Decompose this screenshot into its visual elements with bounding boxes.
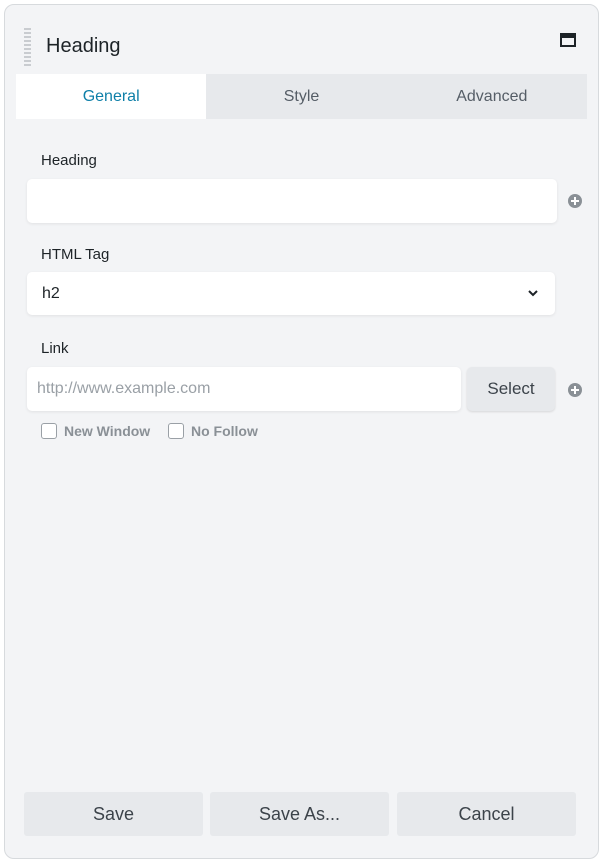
tab-advanced[interactable]: Advanced: [397, 74, 587, 119]
drag-handle-icon[interactable]: [24, 28, 31, 68]
new-window-label: New Window: [64, 423, 151, 439]
settings-panel: Heading General Style Advanced Heading H…: [4, 4, 599, 859]
panel-title: Heading: [46, 35, 121, 57]
no-follow-label: No Follow: [191, 423, 258, 439]
html-tag-label: HTML Tag: [41, 246, 110, 263]
heading-input[interactable]: [27, 179, 557, 223]
new-window-checkbox[interactable]: [41, 423, 57, 439]
panel-titlebar: Heading: [5, 5, 598, 75]
link-select-button[interactable]: Select: [467, 367, 555, 411]
new-window-option[interactable]: New Window: [41, 423, 150, 439]
chevron-down-icon: [528, 290, 538, 297]
save-as-button[interactable]: Save As...: [210, 792, 389, 836]
save-button[interactable]: Save: [24, 792, 203, 836]
html-tag-select[interactable]: h2: [27, 272, 555, 315]
html-tag-value: h2: [42, 285, 60, 302]
heading-label: Heading: [41, 152, 97, 169]
link-input[interactable]: [27, 367, 461, 411]
no-follow-option[interactable]: No Follow: [168, 423, 258, 439]
tab-style[interactable]: Style: [206, 74, 396, 119]
link-add-connection-icon[interactable]: [567, 382, 583, 398]
link-label: Link: [41, 340, 69, 357]
no-follow-checkbox[interactable]: [168, 423, 184, 439]
heading-input-wrapper: [27, 179, 557, 223]
link-input-wrapper: [27, 367, 461, 411]
cancel-button[interactable]: Cancel: [397, 792, 576, 836]
maximize-icon[interactable]: [560, 33, 576, 47]
heading-add-connection-icon[interactable]: [567, 193, 583, 209]
tab-bar: General Style Advanced: [16, 74, 587, 119]
tab-general[interactable]: General: [16, 74, 207, 119]
